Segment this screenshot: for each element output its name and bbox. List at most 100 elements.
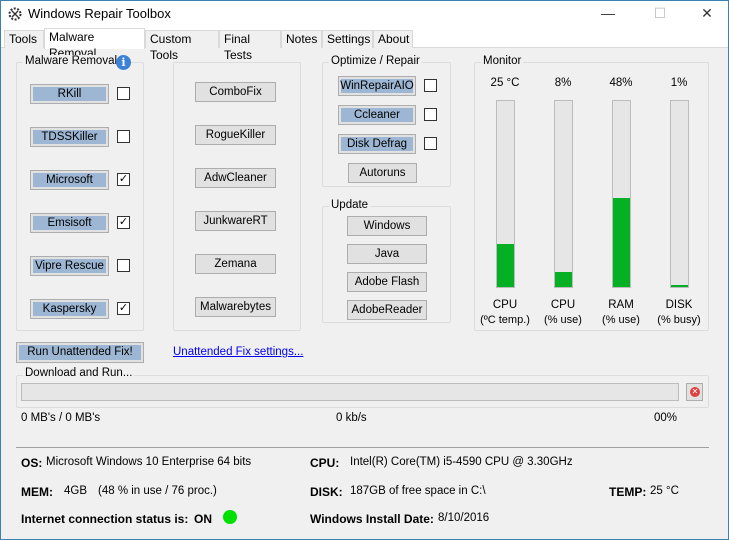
title-bar: Windows Repair Toolbox — ☐ ✕ — [1, 1, 728, 28]
os-value: Microsoft Windows 10 Enterprise 64 bits — [46, 456, 252, 468]
close-button[interactable]: ✕ — [697, 5, 717, 23]
tab-notes[interactable]: Notes — [281, 30, 322, 48]
cancel-download-button[interactable]: ✕ — [686, 383, 703, 401]
maximize-button[interactable]: ☐ — [650, 5, 670, 23]
meter-sublabel: (% busy) — [657, 314, 701, 326]
malware-tool-button[interactable]: Microsoft — [30, 170, 109, 190]
update-button[interactable]: Adobe Flash — [347, 272, 427, 292]
group-title: Monitor — [481, 55, 524, 67]
group-title: Malware Removal — [23, 55, 120, 67]
meter-sublabel: (% use) — [602, 314, 640, 326]
window-title: Windows Repair Toolbox — [28, 6, 171, 21]
group-title: Download and Run... — [23, 367, 135, 379]
malware-tool-button[interactable]: TDSSKiller — [30, 127, 109, 147]
download-percent: 00% — [654, 412, 678, 424]
tab-custom-tools[interactable]: Custom Tools — [145, 30, 219, 62]
internet-status-value: ON — [194, 512, 212, 526]
os-label: OS: — [21, 456, 43, 470]
malware-tool-button[interactable]: Vipre Rescue — [30, 256, 109, 276]
meter-sublabel: (ºC temp.) — [480, 314, 530, 326]
meter-value: 8% — [554, 77, 572, 89]
group-title: Optimize / Repair — [329, 55, 422, 67]
meter-label: DISK — [665, 299, 693, 311]
divider — [16, 447, 709, 448]
meter-bar — [612, 100, 631, 288]
malware-tool-checkbox[interactable]: ✓ — [117, 302, 130, 315]
tab-malware-removal[interactable]: Malware Removal — [44, 28, 145, 60]
malware-tool-checkbox[interactable] — [117, 87, 130, 100]
tool-button[interactable]: AdwCleaner — [195, 168, 276, 188]
optimize-tool-checkbox[interactable] — [424, 137, 437, 150]
temp-value: 25 °C — [650, 485, 679, 497]
temp-label: TEMP: — [609, 485, 647, 499]
malware-tool-checkbox[interactable] — [117, 259, 130, 272]
meter-sublabel: (% use) — [544, 314, 582, 326]
install-date-value: 8/10/2016 — [438, 512, 490, 524]
disk-label: DISK: — [310, 485, 343, 499]
meter-value: 48% — [609, 77, 633, 89]
malware-tool-checkbox[interactable]: ✓ — [117, 216, 130, 229]
meter-label: RAM — [608, 299, 634, 311]
install-date-label: Windows Install Date: — [310, 512, 434, 526]
update-button[interactable]: Java — [347, 244, 427, 264]
optimize-repair-group: Optimize / Repair WinRepairAIO Ccleaner Di… — [322, 55, 451, 187]
update-group: Update Windows Java Adobe Flash AdobeReader — [322, 199, 451, 323]
malware-tool-checkbox[interactable]: ✓ — [117, 173, 130, 186]
internet-status-label: Internet connection status is: — [21, 512, 189, 526]
download-size: 0 MB's / 0 MB's — [21, 412, 101, 424]
tab-final-tests[interactable]: Final Tests — [219, 30, 281, 62]
meter-bar — [554, 100, 573, 288]
unattended-fix-settings-link[interactable]: Unattended Fix settings... — [173, 346, 303, 358]
meter-bar — [496, 100, 515, 288]
app-window: Windows Repair Toolbox — ☐ ✕ Tools Malwa… — [0, 0, 729, 540]
tool-button[interactable]: RogueKiller — [195, 125, 276, 145]
toolbox-gear-icon — [8, 7, 22, 21]
malware-tool-button[interactable]: Kaspersky — [30, 299, 109, 319]
autoruns-button[interactable]: Autoruns — [348, 163, 417, 183]
meter-fill — [555, 272, 572, 287]
update-button[interactable]: Windows — [347, 216, 427, 236]
info-icon[interactable]: i — [116, 55, 131, 70]
tool-button[interactable]: Zemana — [195, 254, 276, 274]
meter-bar — [670, 100, 689, 288]
tab-about[interactable]: About — [373, 30, 413, 48]
optimize-tool-checkbox[interactable] — [424, 79, 437, 92]
meter-fill — [671, 285, 688, 287]
meter-label: CPU — [492, 299, 518, 311]
optimize-tool-checkbox[interactable] — [424, 108, 437, 121]
other-tools-group: ComboFix RogueKiller AdwCleaner JunkwareRT Z… — [173, 62, 301, 331]
download-progress-bar — [21, 383, 679, 401]
tab-settings[interactable]: Settings — [322, 30, 373, 48]
malware-removal-group: Malware Removal i RKill TDSSKiller Microso… — [16, 55, 144, 331]
tab-tools[interactable]: Tools — [4, 30, 44, 48]
optimize-tool-button[interactable]: Disk Defrag — [338, 134, 416, 154]
meter-fill — [613, 197, 630, 287]
tool-button[interactable]: JunkwareRT — [195, 211, 276, 231]
disk-value: 187GB of free space in C:\ — [350, 485, 486, 497]
malware-tool-checkbox[interactable] — [117, 130, 130, 143]
group-title: Update — [329, 199, 371, 211]
malware-tool-button[interactable]: RKill — [30, 84, 109, 104]
cpu-value: Intel(R) Core(TM) i5-4590 CPU @ 3.30GHz — [350, 456, 573, 468]
minimize-button[interactable]: — — [598, 5, 618, 23]
cancel-icon: ✕ — [690, 387, 700, 397]
tool-button[interactable]: Malwarebytes — [195, 297, 276, 317]
cpu-label: CPU: — [310, 456, 340, 470]
meter-value: 1% — [670, 77, 688, 89]
meter-label: CPU — [550, 299, 576, 311]
meter-fill — [497, 244, 514, 287]
mem-label: MEM: — [21, 485, 53, 499]
optimize-tool-button[interactable]: WinRepairAIO — [338, 76, 416, 96]
update-button[interactable]: AdobeReader — [347, 300, 427, 320]
download-run-group: Download and Run... ✕ — [16, 367, 709, 408]
tool-button[interactable]: ComboFix — [195, 82, 276, 102]
run-unattended-fix-button[interactable]: Run Unattended Fix! — [16, 342, 144, 363]
download-speed: 0 kb/s — [336, 412, 367, 424]
malware-tool-button[interactable]: Emsisoft — [30, 213, 109, 233]
mem-detail: (48 % in use / 76 proc.) — [98, 485, 217, 497]
tab-bar: Tools Malware Removal Custom Tools Final… — [1, 28, 728, 62]
optimize-tool-button[interactable]: Ccleaner — [338, 105, 416, 125]
status-indicator-icon — [223, 510, 237, 524]
meter-value: 25 °C — [490, 77, 520, 89]
mem-value: 4GB — [64, 485, 88, 497]
